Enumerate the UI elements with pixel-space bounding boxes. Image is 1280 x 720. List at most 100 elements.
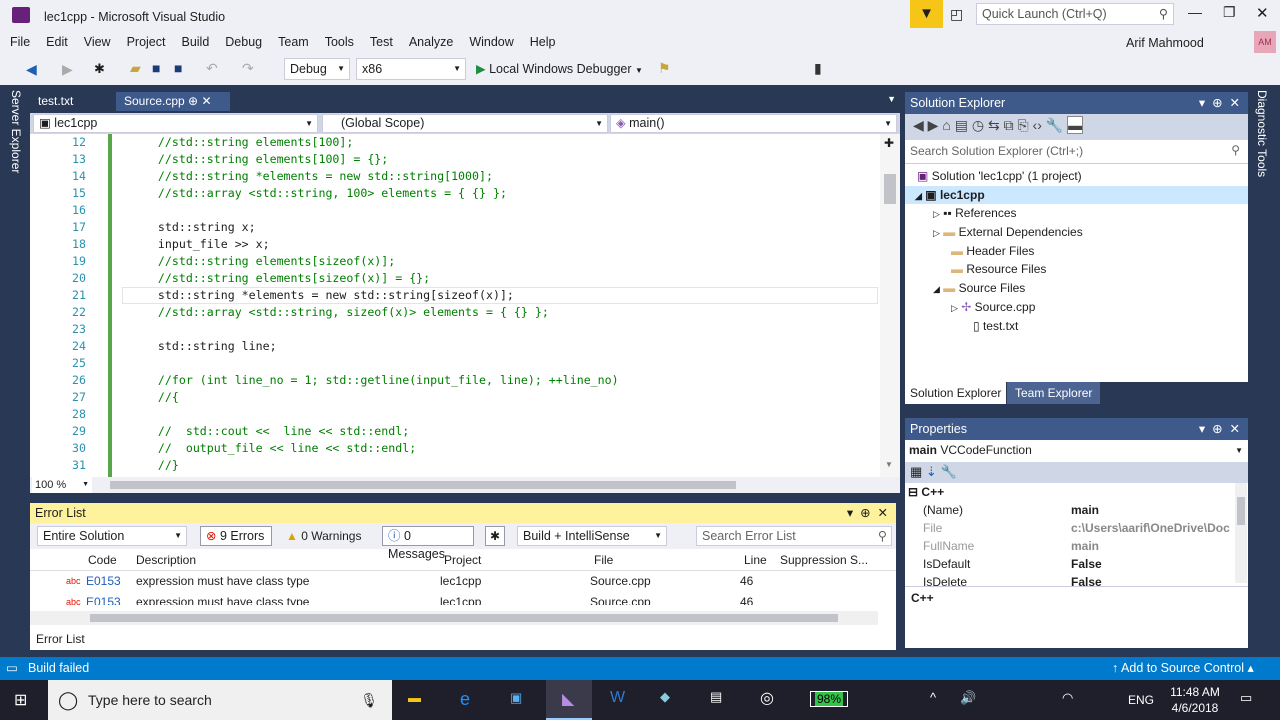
tree-item-source-cpp[interactable]: ▷ ✢ Source.cpp: [905, 298, 1248, 317]
alphabetical-icon[interactable]: ⇣: [926, 464, 937, 479]
property-row[interactable]: File c:\Users\aarif\OneDrive\Doc: [905, 519, 1248, 537]
code-line[interactable]: 31 //}: [30, 457, 870, 474]
code-line[interactable]: 20 //std::string elements[sizeof(x)] = {…: [30, 270, 870, 287]
code-line[interactable]: 14 //std::string *elements = new std::st…: [30, 168, 870, 185]
property-grid-scrollbar[interactable]: [1235, 483, 1247, 583]
sync-icon[interactable]: ⇆: [988, 117, 1000, 133]
errors-filter-button[interactable]: ⊗ 9 Errors: [200, 526, 272, 546]
app-icon[interactable]: ◆: [660, 689, 670, 705]
file-explorer-icon[interactable]: ▬: [408, 690, 421, 705]
property-row[interactable]: (Name) main: [905, 501, 1248, 519]
volume-icon[interactable]: 🔊: [960, 690, 976, 706]
code-line[interactable]: 17 std::string x;: [30, 219, 870, 236]
new-project-icon[interactable]: ✱: [94, 61, 105, 77]
properties-icon[interactable]: 🔧: [1046, 117, 1063, 133]
collapse-icon[interactable]: ◢: [933, 284, 940, 294]
filter-icon[interactable]: ▼: [910, 0, 943, 28]
forward-icon[interactable]: ▶: [62, 61, 73, 78]
code-line[interactable]: 27 //{: [30, 389, 870, 406]
switch-views-icon[interactable]: ▤: [955, 117, 968, 133]
menu-team[interactable]: Team: [270, 30, 317, 55]
code-line[interactable]: 22 //std::array <std::string, sizeof(x)>…: [30, 304, 870, 321]
tab-output[interactable]: Output: [90, 630, 142, 649]
scroll-down-icon[interactable]: ▼: [885, 460, 893, 469]
platform-select[interactable]: x86 ▼: [356, 58, 466, 80]
pin-icon[interactable]: ⊕: [188, 94, 198, 108]
messages-filter-button[interactable]: ⓘ 0 Messages: [382, 526, 474, 561]
maximize-button[interactable]: ❐: [1223, 4, 1236, 21]
column-line[interactable]: Line: [744, 549, 767, 571]
zoom-level[interactable]: 100 % ▼: [32, 477, 92, 493]
scope-filter[interactable]: Entire Solution ▼: [37, 526, 187, 546]
menu-window[interactable]: Window: [461, 30, 521, 55]
edge-icon[interactable]: e: [460, 689, 470, 710]
menu-build[interactable]: Build: [173, 30, 217, 55]
category-cpp[interactable]: ⊟ C++: [905, 483, 1248, 501]
notifications-icon[interactable]: ▭: [1240, 690, 1252, 706]
server-explorer-tab[interactable]: Server Explorer: [9, 90, 23, 173]
code-line[interactable]: 23: [30, 321, 870, 338]
column-file[interactable]: File: [594, 549, 613, 571]
microphone-icon[interactable]: 🎙: [360, 680, 378, 720]
tree-item-source-files[interactable]: ◢ ▬ Source Files: [905, 279, 1248, 298]
tab-find-symbol-results[interactable]: Find Symbol Results: [140, 630, 266, 649]
expand-icon[interactable]: ▷: [951, 303, 958, 313]
column-description[interactable]: Description: [136, 549, 196, 571]
code-editor[interactable]: 12 //std::string elements[100]; 13 //std:…: [30, 134, 900, 477]
horizontal-scroll-thumb[interactable]: [110, 481, 736, 489]
property-row[interactable]: FullName main: [905, 537, 1248, 555]
forward-icon[interactable]: ▶: [928, 117, 939, 133]
code-line[interactable]: 28: [30, 406, 870, 423]
tree-item-project[interactable]: ◢ ▣ lec1cpp: [905, 185, 1248, 205]
split-icon[interactable]: ✚: [884, 136, 894, 150]
quick-launch-input[interactable]: Quick Launch (Ctrl+Q) ⚲: [976, 3, 1174, 25]
show-hidden-icons[interactable]: ^: [930, 690, 936, 705]
project-dropdown[interactable]: ▣ lec1cpp ▼: [33, 114, 318, 133]
start-debugger-button[interactable]: ▶ Local Windows Debugger ▼: [476, 61, 643, 76]
language-indicator[interactable]: ENG: [1128, 693, 1154, 707]
show-all-files-icon[interactable]: ⎘: [1017, 117, 1028, 133]
tab-error-list[interactable]: Error List: [30, 630, 91, 649]
tree-item-test-txt[interactable]: ▯ test.txt: [905, 317, 1248, 336]
redo-icon[interactable]: ↷: [242, 60, 254, 77]
expand-icon[interactable]: ▷: [933, 228, 940, 238]
menu-view[interactable]: View: [76, 30, 119, 55]
tree-item-header-files[interactable]: ▬ Header Files: [905, 242, 1248, 261]
taskbar-search-box[interactable]: ◯ Type here to search 🎙: [48, 680, 392, 720]
code-line[interactable]: 25: [30, 355, 870, 372]
search-solution-explorer-input[interactable]: Search Solution Explorer (Ctrl+;) ⚲: [905, 140, 1248, 164]
collapse-all-icon[interactable]: ⧉: [1004, 117, 1014, 133]
add-to-source-control-button[interactable]: ↑ Add to Source Control ▴: [1112, 657, 1254, 680]
column-project[interactable]: Project: [444, 549, 481, 571]
tab-team-explorer[interactable]: Team Explorer: [1007, 382, 1101, 404]
code-line[interactable]: 15 //std::array <std::string, 100> eleme…: [30, 185, 870, 202]
view-code-icon[interactable]: ‹›: [1033, 117, 1042, 133]
panel-controls[interactable]: ▾ ⊕ ✕: [1199, 418, 1240, 440]
visual-studio-taskbar-icon[interactable]: ◣: [546, 680, 592, 720]
code-line[interactable]: 29 // std::cout << line << std::endl;: [30, 423, 870, 440]
menu-help[interactable]: Help: [522, 30, 564, 55]
minimize-button[interactable]: —: [1188, 4, 1202, 20]
word-icon[interactable]: W: [610, 689, 625, 707]
property-pages-icon[interactable]: 🔧: [940, 464, 956, 479]
build-filter-select[interactable]: Build + IntelliSense ▼: [517, 526, 667, 546]
error-code[interactable]: E0153: [86, 571, 121, 592]
code-line[interactable]: 18 input_file >> x;: [30, 236, 870, 253]
error-code[interactable]: E0153: [86, 592, 121, 605]
pending-changes-icon[interactable]: ◷: [972, 117, 984, 133]
back-icon[interactable]: ◀: [913, 117, 924, 133]
property-row[interactable]: IsDefault False: [905, 555, 1248, 573]
code-line[interactable]: 21 std::string *elements = new std::stri…: [30, 287, 870, 304]
close-window-button[interactable]: ✕: [1256, 4, 1269, 22]
battery-indicator[interactable]: 98%: [810, 691, 849, 707]
back-icon[interactable]: ◀: [26, 61, 37, 78]
panel-controls[interactable]: ▾ ⊕ ✕: [1199, 92, 1240, 114]
warnings-filter-button[interactable]: ▲ 0 Warnings: [286, 529, 361, 543]
undo-icon[interactable]: ↶: [206, 60, 218, 77]
feedback-icon[interactable]: ◰: [950, 6, 963, 23]
menu-test[interactable]: Test: [362, 30, 401, 55]
wifi-icon[interactable]: ◠: [1062, 690, 1073, 706]
menu-analyze[interactable]: Analyze: [401, 30, 461, 55]
vertical-scrollbar[interactable]: ✚ ▼: [880, 134, 900, 477]
tab-overflow-icon[interactable]: ▼: [887, 94, 896, 104]
